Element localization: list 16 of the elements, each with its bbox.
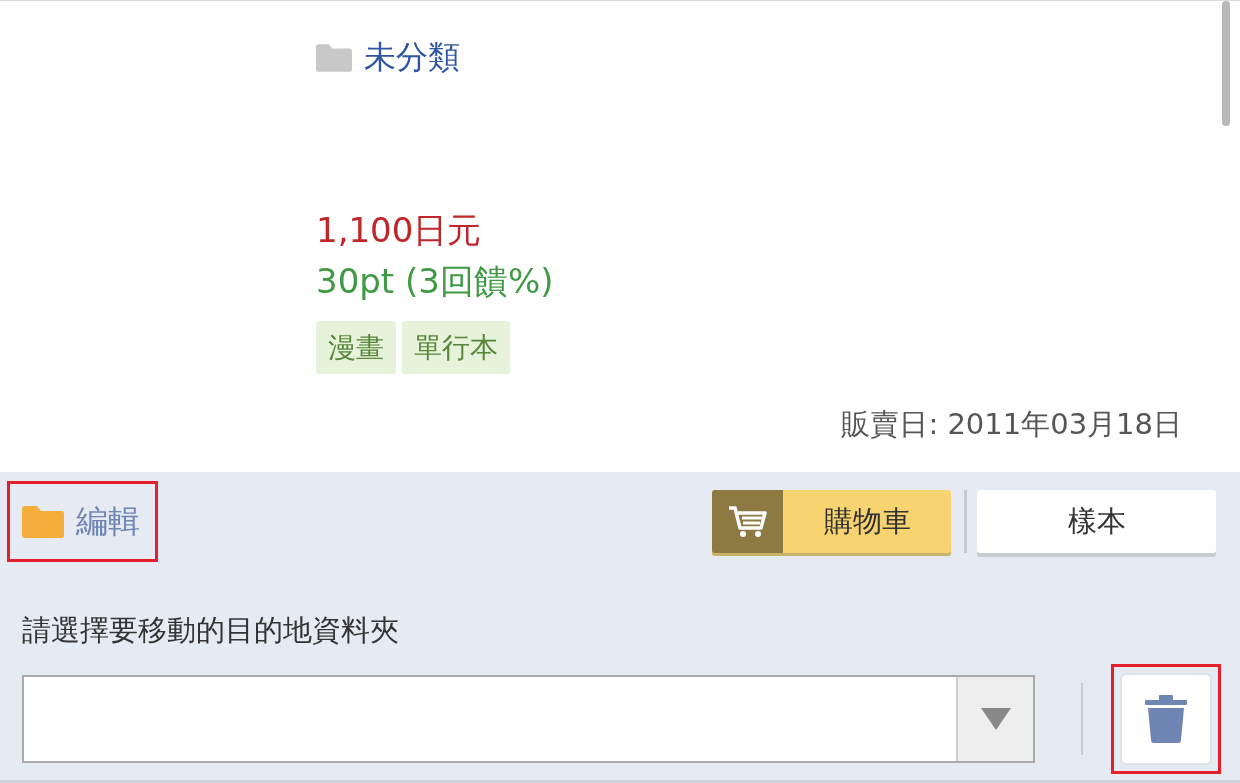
cart-icon [727, 504, 768, 539]
price: 1,100日元 [316, 209, 483, 251]
dropdown-arrow-icon [980, 708, 1011, 730]
folder-icon [22, 505, 64, 538]
delete-button[interactable] [1120, 673, 1212, 765]
cart-button[interactable]: 購物車 [712, 490, 951, 553]
folder-select[interactable] [22, 675, 1035, 763]
scrollbar[interactable] [1222, 1, 1230, 126]
move-folder-label: 請選擇要移動的目的地資料夾 [22, 612, 400, 649]
trash-icon [1145, 695, 1187, 743]
tag: 漫畫 [316, 321, 396, 374]
category-link[interactable]: 未分類 [364, 36, 460, 80]
tag: 單行本 [402, 321, 510, 374]
folder-icon [316, 44, 352, 72]
release-date: 販賣日: 2011年03月18日 [841, 407, 1182, 441]
points-text: 30pt (3回饋%) [316, 260, 555, 303]
